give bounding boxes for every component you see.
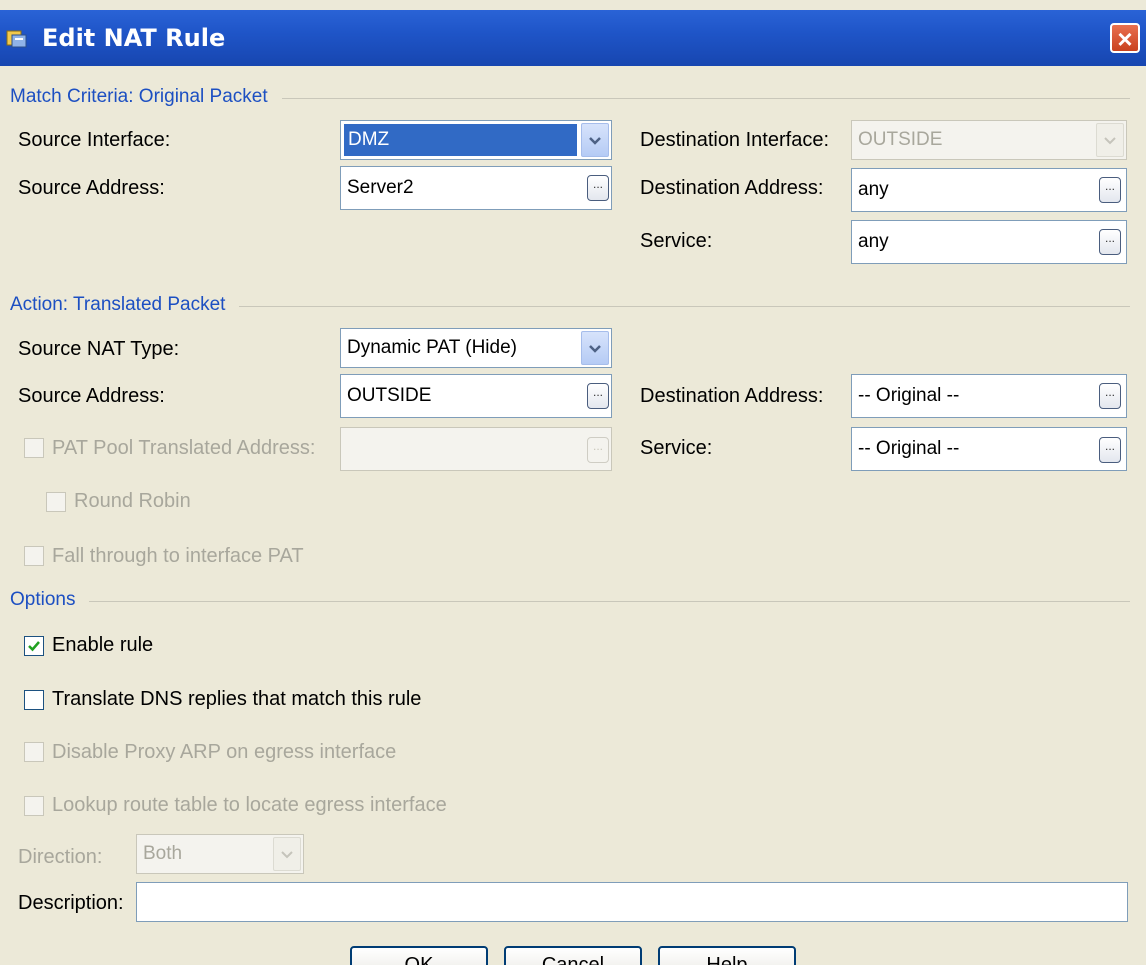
direction-label: Direction:	[18, 846, 103, 868]
translated-service-field[interactable]: -- Original --	[851, 427, 1127, 471]
pat-pool-browse-button[interactable]: ...	[587, 437, 609, 463]
source-nat-type-select[interactable]: Dynamic PAT (Hide)	[340, 328, 612, 368]
description-label: Description:	[18, 892, 124, 914]
source-interface-value: DMZ	[344, 124, 577, 156]
service-browse-button[interactable]: ...	[1099, 229, 1121, 255]
service-label: Service:	[640, 230, 713, 252]
enable-rule-label: Enable rule	[52, 634, 154, 656]
translated-service-browse-button[interactable]: ...	[1099, 437, 1121, 463]
section-divider	[239, 305, 1130, 307]
description-field[interactable]	[136, 882, 1128, 922]
round-robin-label: Round Robin	[74, 490, 191, 512]
chevron-down-icon[interactable]	[581, 123, 609, 157]
action-section: Action: Translated Packet	[10, 293, 1130, 317]
help-button-label: Help	[706, 954, 748, 965]
close-icon: ×	[1117, 24, 1133, 54]
destination-interface-select[interactable]: OUTSIDE	[851, 120, 1127, 160]
cancel-button[interactable]: Cancel	[504, 946, 642, 965]
lookup-route-label: Lookup route table to locate egress inte…	[52, 794, 447, 816]
service-value: any	[858, 231, 889, 252]
destination-address-browse-button[interactable]: ...	[1099, 177, 1121, 203]
translated-source-address-field[interactable]: OUTSIDE	[340, 374, 612, 418]
direction-value: Both	[143, 843, 183, 864]
dialog-title: Edit NAT Rule	[42, 24, 226, 52]
destination-address-value: any	[858, 179, 889, 200]
translated-destination-address-value: -- Original --	[858, 385, 960, 406]
service-field[interactable]: any	[851, 220, 1127, 264]
translated-source-address-value: OUTSIDE	[347, 385, 432, 406]
destination-interface-label: Destination Interface:	[640, 129, 829, 151]
match-criteria-heading: Match Criteria: Original Packet	[10, 86, 268, 107]
source-nat-type-value: Dynamic PAT (Hide)	[347, 337, 517, 358]
ok-button[interactable]: OK	[350, 946, 488, 965]
translate-dns-label: Translate DNS replies that match this ru…	[52, 688, 422, 710]
destination-address-label: Destination Address:	[640, 177, 824, 199]
edit-nat-rule-dialog: Edit NAT Rule × Match Criteria: Original…	[0, 0, 1146, 965]
translate-dns-checkbox[interactable]	[24, 690, 44, 710]
section-divider	[89, 600, 1130, 602]
source-nat-type-label: Source NAT Type:	[18, 338, 180, 360]
checkmark-icon	[28, 641, 40, 652]
chevron-down-icon[interactable]	[581, 331, 609, 365]
source-address-value: Server2	[347, 177, 414, 198]
translated-destination-address-label: Destination Address:	[640, 385, 824, 407]
disable-proxy-arp-checkbox[interactable]	[24, 742, 44, 762]
options-section: Options	[10, 588, 1130, 612]
ok-button-label: OK	[404, 954, 434, 965]
title-bar[interactable]: Edit NAT Rule ×	[0, 10, 1146, 66]
translated-destination-address-field[interactable]: -- Original --	[851, 374, 1127, 418]
chevron-down-icon[interactable]	[1096, 123, 1124, 157]
source-address-field[interactable]: Server2	[340, 166, 612, 210]
direction-select[interactable]: Both	[136, 834, 304, 874]
pat-pool-checkbox[interactable]	[24, 438, 44, 458]
fall-through-checkbox[interactable]	[24, 546, 44, 566]
source-interface-label: Source Interface:	[18, 129, 171, 151]
chevron-down-icon[interactable]	[273, 837, 301, 871]
destination-address-field[interactable]: any	[851, 168, 1127, 212]
source-address-browse-button[interactable]: ...	[587, 175, 609, 201]
match-criteria-section: Match Criteria: Original Packet	[10, 85, 1130, 109]
translated-destination-address-browse-button[interactable]: ...	[1099, 383, 1121, 409]
options-heading: Options	[10, 589, 76, 610]
cancel-button-label: Cancel	[541, 954, 605, 965]
action-heading: Action: Translated Packet	[10, 294, 226, 315]
help-button[interactable]: Help	[658, 946, 796, 965]
round-robin-checkbox[interactable]	[46, 492, 66, 512]
source-address-label: Source Address:	[18, 177, 165, 199]
close-button[interactable]: ×	[1110, 23, 1140, 53]
lookup-route-checkbox[interactable]	[24, 796, 44, 816]
disable-proxy-arp-label: Disable Proxy ARP on egress interface	[52, 741, 397, 763]
fall-through-label: Fall through to interface PAT	[52, 545, 304, 567]
app-icon	[6, 30, 27, 48]
translated-source-address-label: Source Address:	[18, 385, 165, 407]
translated-service-label: Service:	[640, 437, 713, 459]
translated-service-value: -- Original --	[858, 438, 960, 459]
pat-pool-field[interactable]	[340, 427, 612, 471]
section-divider	[281, 97, 1130, 99]
translated-source-address-browse-button[interactable]: ...	[587, 383, 609, 409]
pat-pool-label: PAT Pool Translated Address:	[52, 437, 316, 459]
source-interface-select[interactable]: DMZ	[340, 120, 612, 160]
enable-rule-checkbox[interactable]	[24, 636, 44, 656]
destination-interface-value: OUTSIDE	[858, 129, 943, 150]
